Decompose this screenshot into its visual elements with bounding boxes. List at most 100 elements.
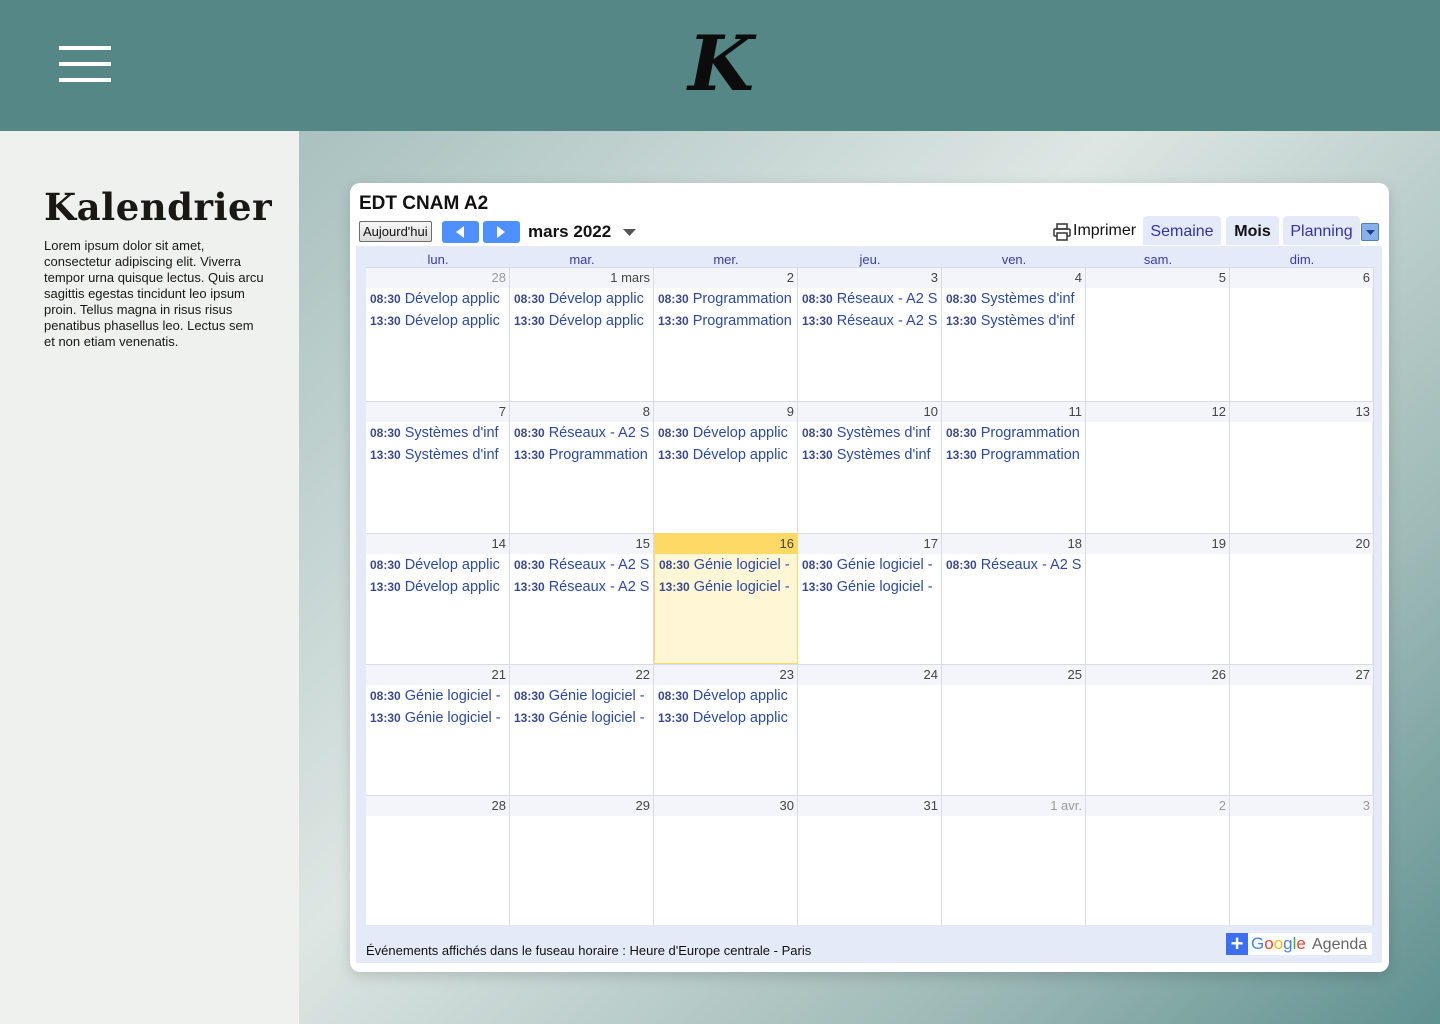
day-number[interactable]: 3 [798, 268, 941, 288]
day-number[interactable]: 24 [798, 665, 941, 685]
day-cell[interactable]: 6 [1230, 267, 1374, 401]
day-number[interactable]: 15 [510, 534, 653, 554]
day-cell[interactable]: 8 08:30 Réseaux - A2 S 13:30 Programmation [510, 401, 654, 533]
calendar-event[interactable]: 08:30 Réseaux - A2 S [942, 554, 1085, 576]
day-number[interactable]: 19 [1086, 534, 1229, 554]
day-cell[interactable]: 3 [1230, 795, 1374, 925]
day-cell[interactable]: 12 [1086, 401, 1230, 533]
calendar-event[interactable]: 08:30 Systèmes d'inf [798, 422, 941, 444]
calendar-options-dropdown[interactable] [1361, 223, 1379, 241]
chevron-down-icon[interactable] [623, 229, 636, 237]
calendar-event[interactable]: 13:30 Dévelop applic [366, 576, 509, 598]
day-number[interactable]: 29 [510, 796, 653, 816]
calendar-event[interactable]: 13:30 Génie logiciel - [510, 707, 653, 729]
calendar-event[interactable]: 13:30 Programmation [942, 444, 1085, 466]
day-number[interactable]: 6 [1230, 268, 1373, 288]
calendar-event[interactable]: 08:30 Dévelop applic [366, 554, 509, 576]
calendar-event[interactable]: 08:30 Dévelop applic [654, 685, 797, 707]
next-month-button[interactable] [483, 221, 520, 243]
day-number[interactable]: 13 [1230, 402, 1373, 422]
calendar-event[interactable]: 08:30 Génie logiciel - [366, 685, 509, 707]
day-cell[interactable]: 13 [1230, 401, 1374, 533]
day-cell[interactable]: 1 mars 08:30 Dévelop applic 13:30 Dévelop ap… [510, 267, 654, 401]
day-number[interactable]: 18 [942, 534, 1085, 554]
day-cell[interactable]: 1 avr. [942, 795, 1086, 925]
day-cell[interactable]: 31 [798, 795, 942, 925]
day-number[interactable]: 4 [942, 268, 1085, 288]
day-number[interactable]: 7 [366, 402, 509, 422]
day-cell[interactable]: 15 08:30 Réseaux - A2 S 13:30 Réseaux - A2 S [510, 533, 654, 664]
day-number[interactable]: 16 [655, 534, 797, 554]
day-number[interactable]: 14 [366, 534, 509, 554]
day-cell[interactable]: 27 [1230, 664, 1374, 795]
day-number[interactable]: 21 [366, 665, 509, 685]
day-number[interactable]: 10 [798, 402, 941, 422]
calendar-event[interactable]: 08:30 Génie logiciel - [510, 685, 653, 707]
day-cell[interactable]: 26 [1086, 664, 1230, 795]
print-link[interactable]: Imprimer [1073, 222, 1136, 240]
calendar-event[interactable]: 08:30 Systèmes d'inf [942, 288, 1085, 310]
hamburger-icon[interactable] [59, 46, 111, 84]
day-cell[interactable]: 19 [1086, 533, 1230, 664]
logo[interactable]: K [686, 22, 756, 106]
today-button[interactable]: Aujourd'hui [359, 221, 432, 242]
day-cell[interactable]: 18 08:30 Réseaux - A2 S [942, 533, 1086, 664]
day-cell[interactable]: 17 08:30 Génie logiciel -13:30 Génie logici… [798, 533, 942, 664]
day-number[interactable]: 22 [510, 665, 653, 685]
day-number[interactable]: 28 [366, 268, 509, 288]
day-number[interactable]: 2 [1086, 796, 1229, 816]
day-cell[interactable]: 3 08:30 Réseaux - A2 S 13:30 Réseaux - A2 S [798, 267, 942, 401]
calendar-event[interactable]: 13:30 Dévelop applic [510, 310, 653, 332]
day-cell[interactable]: 7 08:30 Systèmes d'inf 13:30 Systèmes d'inf [366, 401, 510, 533]
day-cell[interactable]: 28 08:30 Dévelop applic 13:30 Dévelop applic [366, 267, 510, 401]
calendar-event[interactable]: 13:30 Génie logiciel - [798, 576, 941, 598]
day-cell[interactable]: 30 [654, 795, 798, 925]
day-number[interactable]: 3 [1230, 796, 1373, 816]
calendar-event[interactable]: 13:30 Systèmes d'inf [942, 310, 1085, 332]
day-number[interactable]: 2 [654, 268, 797, 288]
printer-icon[interactable] [1053, 223, 1071, 241]
calendar-event[interactable]: 13:30 Génie logiciel - [366, 707, 509, 729]
calendar-event[interactable]: 08:30 Réseaux - A2 S [798, 288, 941, 310]
day-cell[interactable]: 25 [942, 664, 1086, 795]
day-number[interactable]: 8 [510, 402, 653, 422]
day-number[interactable]: 1 mars [510, 268, 653, 288]
day-number[interactable]: 27 [1230, 665, 1373, 685]
calendar-event[interactable]: 08:30 Programmation [654, 288, 797, 310]
day-cell[interactable]: 11 08:30 Programmation 13:30 Programmation [942, 401, 1086, 533]
calendar-event[interactable]: 08:30 Systèmes d'inf [366, 422, 509, 444]
calendar-event[interactable]: 08:30 Programmation [942, 422, 1085, 444]
calendar-event[interactable]: 13:30 Programmation [510, 444, 653, 466]
calendar-event[interactable]: 08:30 Réseaux - A2 S [510, 422, 653, 444]
calendar-event[interactable]: 13:30 Programmation [654, 310, 797, 332]
day-number[interactable]: 23 [654, 665, 797, 685]
day-cell[interactable]: 2 08:30 Programmation 13:30 Programmation [654, 267, 798, 401]
calendar-event[interactable]: 08:30 Dévelop applic [366, 288, 509, 310]
day-cell[interactable]: 14 08:30 Dévelop applic 13:30 Dévelop applic [366, 533, 510, 664]
calendar-event[interactable]: 13:30 Dévelop applic [366, 310, 509, 332]
day-cell[interactable]: 20 [1230, 533, 1374, 664]
prev-month-button[interactable] [442, 221, 479, 243]
day-number[interactable]: 31 [798, 796, 941, 816]
day-cell[interactable]: 23 08:30 Dévelop applic 13:30 Dévelop applic [654, 664, 798, 795]
day-cell[interactable]: 28 [366, 795, 510, 925]
day-number[interactable]: 5 [1086, 268, 1229, 288]
calendar-event[interactable]: 08:30 Réseaux - A2 S [510, 554, 653, 576]
day-number[interactable]: 12 [1086, 402, 1229, 422]
calendar-event[interactable]: 13:30 Systèmes d'inf [366, 444, 509, 466]
calendar-event[interactable]: 08:30 Génie logiciel - [655, 554, 797, 576]
day-number[interactable]: 26 [1086, 665, 1229, 685]
tab-week[interactable]: Semaine [1143, 216, 1221, 245]
day-cell-today[interactable]: 16 08:30 Génie logiciel -13:30 Génie logici… [654, 533, 798, 664]
day-cell[interactable]: 2 [1086, 795, 1230, 925]
calendar-event[interactable]: 08:30 Dévelop applic [654, 422, 797, 444]
google-calendar-badge[interactable]: + Google Agenda [1226, 933, 1372, 955]
calendar-event[interactable]: 13:30 Réseaux - A2 S [510, 576, 653, 598]
day-cell[interactable]: 4 08:30 Systèmes d'inf 13:30 Systèmes d'inf [942, 267, 1086, 401]
tab-month[interactable]: Mois [1226, 216, 1279, 245]
day-number[interactable]: 20 [1230, 534, 1373, 554]
day-number[interactable]: 30 [654, 796, 797, 816]
day-cell[interactable]: 21 08:30 Génie logiciel -13:30 Génie logici… [366, 664, 510, 795]
day-number[interactable]: 11 [942, 402, 1085, 422]
calendar-event[interactable]: 13:30 Réseaux - A2 S [798, 310, 941, 332]
